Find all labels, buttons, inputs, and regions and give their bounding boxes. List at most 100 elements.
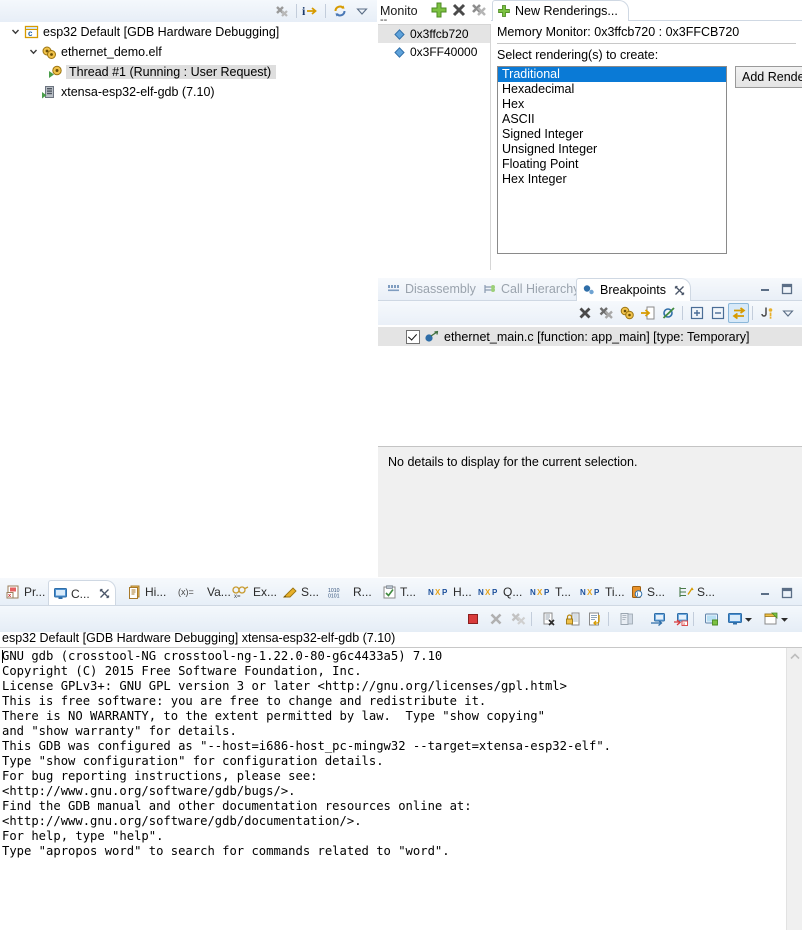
debug-tree[interactable]: c esp32 Default [GDB Hardware Debugging]…: [0, 22, 377, 102]
rendering-option[interactable]: Hexadecimal: [498, 82, 726, 97]
toolbar-separator: [752, 306, 753, 320]
tab-breakpoints[interactable]: Breakpoints: [576, 278, 692, 301]
maximize-console-stack-icon[interactable]: [780, 586, 794, 603]
tree-row-gdb[interactable]: xtensa-esp32-elf-gdb (7.10): [0, 82, 377, 102]
pin-console-icon[interactable]: [616, 609, 637, 629]
chevron-down-icon[interactable]: [742, 609, 754, 629]
rendering-option[interactable]: Floating Point: [498, 157, 726, 172]
refresh-icon[interactable]: [329, 1, 351, 21]
remove-memory-monitor-icon[interactable]: [450, 1, 468, 19]
divider: [497, 43, 796, 44]
tab-semaphores[interactable]: i S...: [626, 580, 669, 604]
breakpoint-marker-icon: [424, 330, 440, 343]
scroll-lock-icon[interactable]: [562, 609, 583, 629]
tree-row-process[interactable]: ethernet_demo.elf: [0, 42, 377, 62]
tab-nxp-task[interactable]: N X P T...: [526, 580, 575, 604]
link-with-debug-view-icon[interactable]: [616, 303, 637, 323]
close-icon[interactable]: [99, 588, 110, 599]
tab-tasks[interactable]: T...: [378, 580, 420, 604]
tab-variables[interactable]: (x)= Va...: [174, 580, 235, 604]
link-with-debug-view-toggle-icon[interactable]: [728, 303, 749, 323]
tab-disassembly[interactable]: Disassembly: [382, 278, 481, 300]
memory-monitor-list[interactable]: 0x3ffcb720 0x3FF40000: [378, 24, 491, 271]
scroll-up-arrow-icon[interactable]: [790, 652, 800, 662]
console-line: For bug reporting instructions, please s…: [2, 769, 318, 783]
renderings-listbox[interactable]: Traditional Hexadecimal Hex ASCII Signed…: [497, 66, 727, 254]
terminate-icon[interactable]: [462, 609, 483, 629]
tab-label: S...: [301, 585, 320, 599]
rendering-option[interactable]: Unsigned Integer: [498, 142, 726, 157]
tab-new-renderings[interactable]: New Renderings...: [492, 0, 629, 21]
tab-expressions[interactable]: x= Ex...: [228, 580, 281, 604]
tab-nxp-queue[interactable]: N X P Q...: [474, 580, 526, 604]
view-menu-icon[interactable]: [777, 303, 798, 323]
minimize-console-stack-icon[interactable]: [758, 586, 772, 603]
memory-monitor-address: 0x3FF40000: [410, 45, 478, 59]
console-line: Copyright (C) 2015 Free Software Foundat…: [2, 664, 362, 678]
memory-monitor-item[interactable]: 0x3ffcb720: [378, 25, 490, 43]
remove-launch-icon[interactable]: [485, 609, 506, 629]
add-rendering-button[interactable]: Add Rende: [735, 66, 802, 88]
tab-console[interactable]: C...: [48, 580, 116, 606]
tab-history[interactable]: Hi...: [124, 580, 170, 604]
rendering-option[interactable]: Hex: [498, 97, 726, 112]
memory-view-title-second-line: --: [380, 14, 388, 26]
nxp-queue-icon: N X P: [478, 586, 500, 598]
tree-label: esp32 Default [GDB Hardware Debugging]: [43, 25, 280, 39]
svg-text:N: N: [580, 588, 586, 597]
tab-label: T...: [400, 585, 417, 599]
tab-nxp-heap[interactable]: N X P H...: [424, 580, 476, 604]
maximize-view-icon[interactable]: [780, 282, 794, 296]
expand-all-icon[interactable]: [686, 303, 707, 323]
rendering-option[interactable]: Signed Integer: [498, 127, 726, 142]
clear-console-icon[interactable]: [539, 609, 560, 629]
rendering-option[interactable]: Traditional: [498, 67, 726, 82]
collapse-all-icon[interactable]: [707, 303, 728, 323]
memory-monitor-range-label: Memory Monitor: 0x3ffcb720 : 0x3FFCB720: [497, 25, 740, 39]
tab-call-hierarchy[interactable]: Call Hierarchy: [478, 278, 585, 300]
goto-file-icon[interactable]: [637, 303, 658, 323]
breakpoint-list-item[interactable]: ethernet_main.c [function: app_main] [ty…: [378, 327, 802, 346]
memory-monitor-diamond-icon: [394, 28, 405, 40]
rendering-option[interactable]: ASCII: [498, 112, 726, 127]
toolbar-separator: [531, 612, 532, 626]
view-menu-icon[interactable]: [351, 1, 373, 21]
expand-twisty-icon[interactable]: [26, 47, 40, 58]
breakpoint-enabled-checkbox[interactable]: [406, 329, 420, 344]
launch-config-icon: c: [22, 25, 40, 39]
breakpoint-working-sets-icon[interactable]: [756, 303, 777, 323]
chevron-down-icon[interactable]: [778, 609, 790, 629]
debug-view: i c esp32 Default [GDB Hardware Debuggin…: [0, 0, 377, 577]
disconnect-all-icon[interactable]: [271, 1, 293, 21]
tab-label: S...: [697, 585, 716, 599]
tab-statistics[interactable]: S...: [674, 580, 719, 604]
add-memory-monitor-icon[interactable]: [430, 1, 448, 19]
tab-problems[interactable]: x Pr...: [2, 580, 49, 604]
memory-view-toolbar: [430, 1, 488, 19]
add-green-plus-icon: [497, 4, 511, 18]
skip-all-breakpoints-icon[interactable]: [658, 303, 679, 323]
semaphore-icon: i: [630, 585, 644, 599]
remove-all-breakpoints-icon[interactable]: [595, 303, 616, 323]
remove-breakpoint-icon[interactable]: [574, 303, 595, 323]
open-console-icon[interactable]: x: [670, 609, 691, 629]
close-icon[interactable]: [674, 285, 685, 296]
remove-all-terminated-launches-icon[interactable]: [508, 609, 529, 629]
step-into-instruction-icon[interactable]: i: [300, 1, 322, 21]
minimize-view-icon[interactable]: [758, 282, 772, 296]
tab-nxp-timer[interactable]: N X P Ti...: [576, 580, 629, 604]
tree-row-launch[interactable]: c esp32 Default [GDB Hardware Debugging]: [0, 22, 377, 42]
expand-twisty-icon[interactable]: [8, 27, 22, 38]
tab-signals[interactable]: S...: [278, 580, 323, 604]
display-selected-console-icon[interactable]: [647, 609, 668, 629]
console-line: This GDB was configured as "--host=i686-…: [2, 739, 612, 753]
tree-row-thread[interactable]: Thread #1 (Running : User Request): [0, 62, 377, 82]
rendering-option[interactable]: Hex Integer: [498, 172, 726, 187]
console-scrollbar[interactable]: [786, 648, 802, 930]
console-output[interactable]: GNU gdb (crosstool-NG crosstool-ng-1.22.…: [0, 648, 786, 930]
memory-monitor-item[interactable]: 0x3FF40000: [378, 43, 490, 61]
remove-all-memory-monitors-icon[interactable]: [470, 1, 488, 19]
word-wrap-icon[interactable]: [585, 609, 606, 629]
tab-registers[interactable]: 1010 0101 R...: [324, 580, 376, 604]
new-console-view-icon[interactable]: [701, 609, 722, 629]
